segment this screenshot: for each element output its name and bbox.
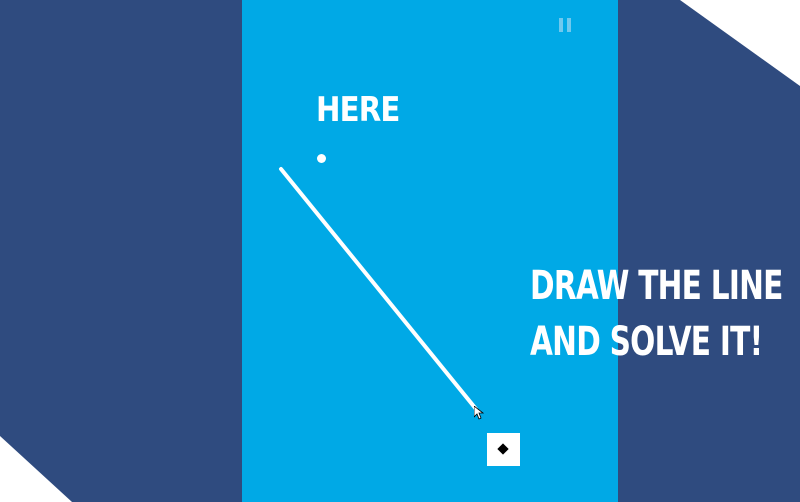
mouse-pointer-icon bbox=[474, 406, 484, 420]
drawn-line-layer[interactable] bbox=[0, 0, 800, 502]
instruction-line-2: AND SOLVE IT! bbox=[530, 319, 763, 365]
instruction-text: DRAW THE LINE AND SOLVE IT! bbox=[530, 258, 783, 370]
drawn-line bbox=[279, 167, 478, 411]
diamond-icon bbox=[497, 443, 509, 455]
game-scene: HERE DRAW THE LINE AND SOLVE IT! bbox=[0, 0, 800, 502]
goal-block bbox=[487, 433, 520, 466]
instruction-line-1: DRAW THE LINE bbox=[530, 263, 783, 309]
